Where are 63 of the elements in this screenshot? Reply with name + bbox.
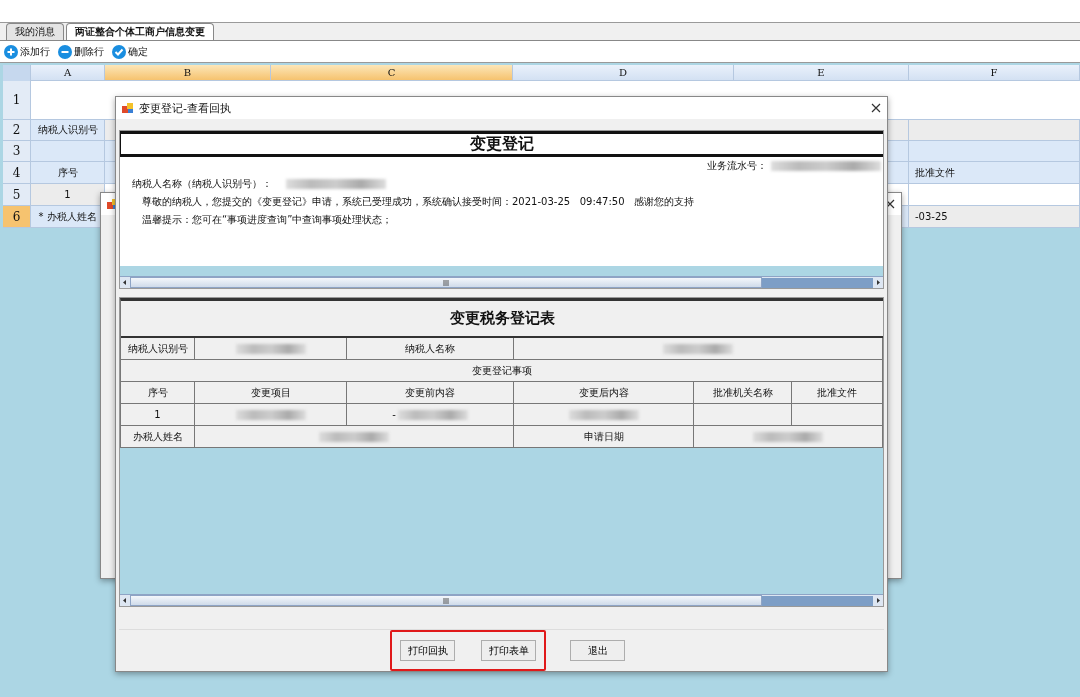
receipt-hint: 温馨提示：您可在“事项进度查询”中查询事项处理状态； [142, 213, 393, 227]
window-icon [122, 102, 134, 114]
window-title: 变更登记-查看回执 [139, 100, 232, 116]
blurred-value [235, 343, 306, 354]
blurred-value [235, 409, 306, 420]
scroll-thumb[interactable] [130, 277, 762, 288]
check-icon [112, 44, 126, 59]
toolbar-button[interactable]: 确定 [128, 44, 148, 59]
form-cell-text: 变更前内容 [405, 385, 455, 400]
form-title: 变更税务登记表 [449, 309, 555, 328]
minus-icon [58, 44, 72, 59]
form-cell-text: 批准文件 [817, 385, 857, 400]
dialog-button[interactable]: 打印表单 [481, 640, 536, 661]
table-cell: 批准文件 [909, 162, 1080, 184]
horizontal-scrollbar[interactable] [120, 276, 883, 288]
row-header[interactable]: 1 [3, 81, 31, 120]
close-icon[interactable] [871, 103, 881, 113]
blurred-value [568, 409, 639, 420]
form-cell-text: 纳税人名称 [405, 341, 455, 356]
form-cell-text: 变更项目 [250, 385, 291, 400]
tab[interactable]: 两证整合个体工商户信息变更 [66, 23, 214, 40]
form-cell-text: 变更登记事项 [471, 363, 532, 378]
toolbar-button[interactable]: 添加行 [20, 44, 50, 59]
tab[interactable]: 我的消息 [6, 23, 64, 40]
table-cell: 1 [31, 184, 105, 206]
row-header[interactable]: 6 [3, 206, 31, 228]
receipt-heading: 变更登记 [470, 133, 534, 155]
row-header[interactable]: 3 [3, 141, 31, 162]
table-cell: 纳税人识别号 [31, 120, 105, 141]
column-header[interactable]: B [105, 65, 271, 81]
form-cell-text: 批准机关名称 [712, 385, 773, 400]
row-header[interactable]: 2 [3, 120, 31, 141]
blurred-value [753, 431, 823, 442]
form-cell-text: 序号 [147, 385, 168, 400]
serial-label: 业务流水号： [707, 159, 767, 173]
row-header[interactable]: 5 [3, 184, 31, 206]
column-header[interactable]: C [271, 65, 513, 81]
column-header[interactable]: A [31, 65, 105, 81]
form-cell-text: 办税人姓名 [132, 429, 183, 444]
blurred-value [663, 343, 733, 354]
grip-icon [443, 279, 449, 286]
column-header[interactable]: F [909, 65, 1080, 81]
form-cell-text: 纳税人识别号 [127, 341, 188, 356]
dialog-button[interactable]: 打印回执 [400, 640, 455, 661]
grip-icon [443, 597, 449, 604]
dialog-button[interactable]: 退出 [570, 640, 625, 661]
form-cell-text: - [392, 409, 396, 420]
form-cell-text: 申请日期 [583, 429, 624, 444]
toolbar-button[interactable]: 删除行 [74, 44, 104, 59]
table-cell: -03-25 [909, 206, 1080, 228]
horizontal-scrollbar[interactable] [120, 594, 883, 606]
blurred-value [397, 409, 468, 420]
name-label: 纳税人名称（纳税人识别号）： [132, 177, 272, 191]
column-header[interactable]: E [734, 65, 909, 81]
row-header[interactable]: 4 [3, 162, 31, 184]
scroll-thumb[interactable] [130, 595, 762, 606]
plus-icon [4, 44, 18, 59]
blurred-value [319, 431, 389, 442]
form-cell-text: 1 [154, 409, 161, 420]
receipt-message: 尊敬的纳税人，您提交的《变更登记》申请，系统已受理成功，系统确认接受时间：2021-03-25 09:47:50 感谢您的支持 [142, 195, 695, 209]
form-cell-text: 变更后内容 [578, 385, 629, 400]
column-header[interactable]: D [513, 65, 734, 81]
table-cell: 序号 [31, 162, 105, 184]
